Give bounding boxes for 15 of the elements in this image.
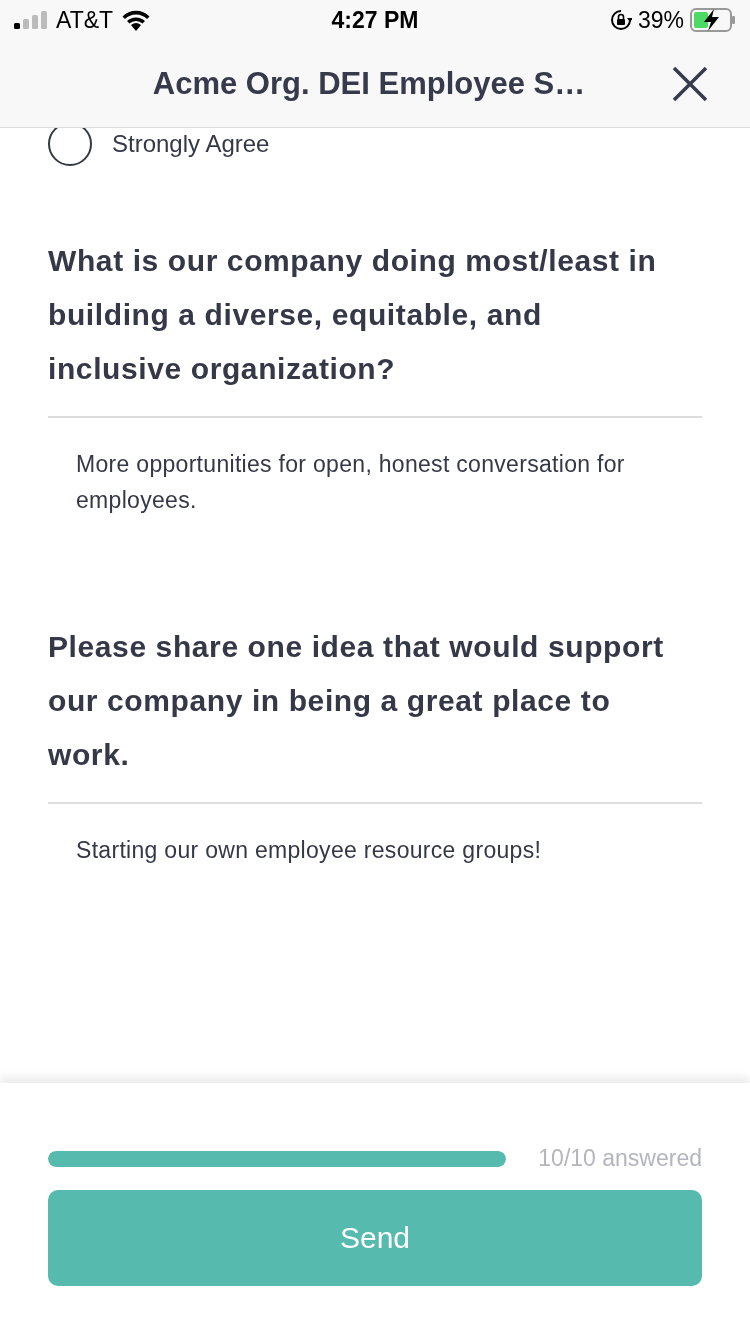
carrier-name: AT&T (56, 6, 114, 34)
clock-time: 4:27 PM (331, 6, 419, 34)
battery-percent: 39% (637, 6, 684, 34)
answer-text[interactable]: More opportunities for open, honest conversation for employees. (76, 446, 662, 518)
battery-charging-icon (690, 8, 736, 32)
signal-icon (14, 11, 48, 29)
rotation-lock-icon (609, 9, 632, 31)
question-text: What is our company doing most/least in building a diverse, equitable, and inclusive organization? (48, 234, 702, 418)
survey-title: Acme Org. DEI Employee S… (151, 65, 587, 102)
question-text: Please share one idea that would support our company in being a great place to work. (48, 620, 702, 804)
radio-button[interactable] (48, 128, 92, 166)
answer-text[interactable]: Starting our own employee resource groups! (76, 832, 662, 868)
wifi-icon (121, 9, 152, 31)
option-label: Strongly Agree (112, 130, 270, 158)
answered-count: 10/10 answered (538, 1145, 702, 1172)
